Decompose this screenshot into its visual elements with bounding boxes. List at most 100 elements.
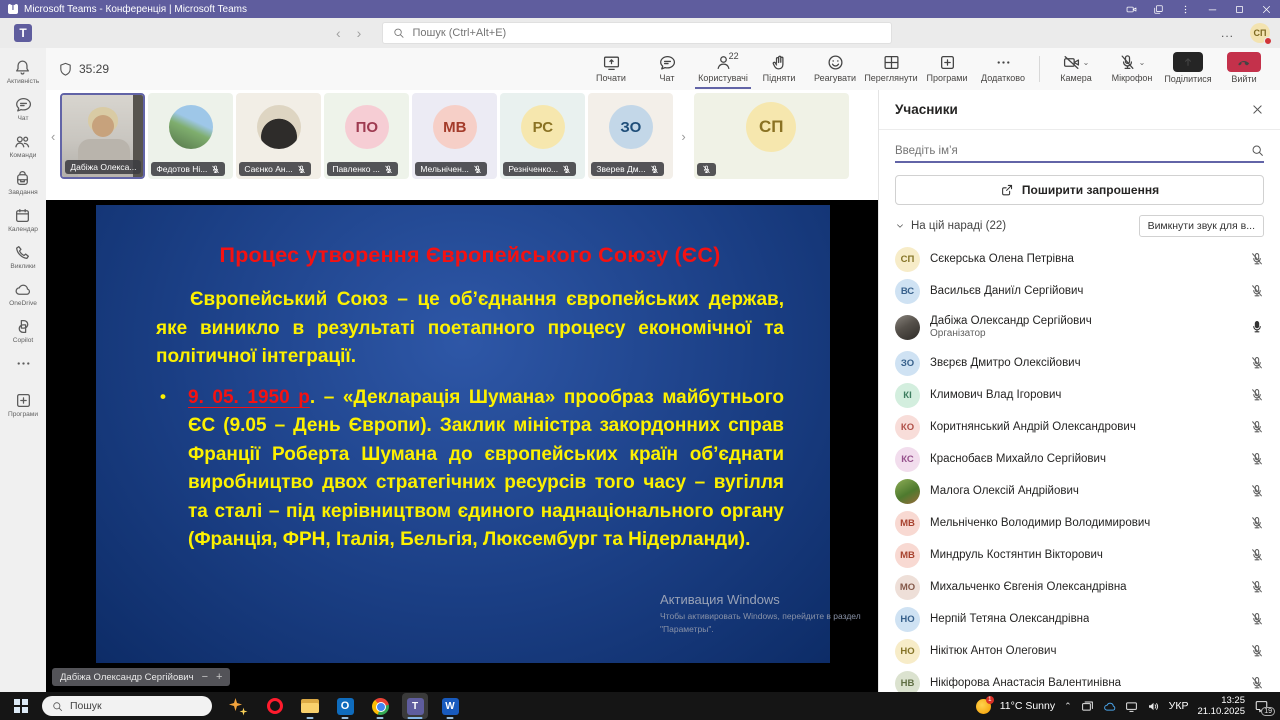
sidebar-item-calendar[interactable]: Календар bbox=[8, 207, 38, 233]
participant-row[interactable]: КОКоритнянський Андрій Олександрович bbox=[879, 411, 1280, 443]
chevron-down-icon[interactable]: ⌄ bbox=[1139, 58, 1146, 67]
apps-button[interactable]: Програми bbox=[919, 49, 975, 89]
search-input[interactable] bbox=[413, 27, 881, 39]
taskbar-search[interactable]: Пошук bbox=[42, 696, 212, 716]
video-tile-speaker[interactable]: Дабіжа Олекса... bbox=[60, 93, 145, 179]
taskbar-app-outlook[interactable]: O bbox=[332, 693, 358, 719]
taskbar-app-chrome[interactable] bbox=[367, 693, 393, 719]
taskbar-app-teams[interactable]: T bbox=[402, 693, 428, 719]
language-indicator[interactable]: УКР bbox=[1169, 700, 1189, 712]
react-button[interactable]: Реагувати bbox=[807, 49, 863, 89]
share-button[interactable]: Поділитися bbox=[1160, 49, 1216, 89]
share-invite-button[interactable]: Поширити запрошення bbox=[895, 175, 1264, 205]
profile-avatar[interactable]: СП bbox=[1250, 23, 1270, 43]
mic-muted-icon[interactable] bbox=[1250, 252, 1264, 266]
sidebar-item-onedrive[interactable]: OneDrive bbox=[9, 281, 37, 307]
leave-button[interactable]: Вийти bbox=[1216, 49, 1272, 89]
app-search-box[interactable] bbox=[382, 22, 892, 44]
video-tile[interactable]: МВ Мельнічен... bbox=[412, 93, 497, 179]
mic-muted-icon[interactable] bbox=[1250, 676, 1264, 690]
mic-muted-icon[interactable] bbox=[1250, 580, 1264, 594]
mic-muted-icon[interactable] bbox=[1250, 516, 1264, 530]
minimize-button[interactable] bbox=[1207, 4, 1218, 15]
speaker-icon[interactable] bbox=[1147, 700, 1160, 713]
video-tile[interactable]: Саєнко Ан... bbox=[236, 93, 321, 179]
taskbar-clock[interactable]: 13:25 21.10.2025 bbox=[1197, 695, 1245, 718]
zoom-in-button[interactable]: + bbox=[216, 671, 222, 683]
participant-search-input[interactable] bbox=[895, 145, 1245, 157]
mic-muted-icon[interactable] bbox=[1250, 420, 1264, 434]
participant-row[interactable]: Малога Олексій Андрійович bbox=[879, 475, 1280, 507]
tray-expand-icon[interactable]: ⌃ bbox=[1064, 701, 1072, 712]
weather-icon[interactable]: 1 bbox=[976, 699, 991, 714]
participant-row[interactable]: ВСВасильєв Даниїл Сергійович bbox=[879, 275, 1280, 307]
sidebar-item-more[interactable] bbox=[15, 355, 32, 372]
more-options-button[interactable]: Додатково bbox=[975, 49, 1031, 89]
view-button[interactable]: Переглянути bbox=[863, 49, 919, 89]
mic-on-icon[interactable] bbox=[1250, 320, 1264, 334]
notification-center-icon[interactable]: 19 bbox=[1254, 699, 1270, 713]
maximize-button[interactable] bbox=[1234, 4, 1245, 15]
mic-muted-icon[interactable] bbox=[1250, 612, 1264, 626]
taskbar-app-explorer[interactable] bbox=[297, 693, 323, 719]
popout-icon[interactable] bbox=[1153, 4, 1164, 15]
self-video-tile[interactable]: СП bbox=[694, 93, 849, 179]
chevron-down-icon[interactable]: ⌄ bbox=[1083, 58, 1090, 67]
mic-muted-icon[interactable] bbox=[1250, 484, 1264, 498]
taskbar-app-opera[interactable] bbox=[262, 693, 288, 719]
participant-row[interactable]: СПСєкерська Олена Петрівна bbox=[879, 243, 1280, 275]
start-button[interactable] bbox=[8, 694, 34, 718]
start-presenting-button[interactable]: Почати bbox=[583, 49, 639, 89]
participants-button[interactable]: 22Користувачі bbox=[695, 49, 751, 89]
participant-row[interactable]: НОНікітюк Антон Олегович bbox=[879, 635, 1280, 667]
filmstrip-next-icon[interactable]: › bbox=[676, 129, 690, 144]
participant-row[interactable]: КСКраснобаєв Михайло Сергійович bbox=[879, 443, 1280, 475]
sidebar-item-assignments[interactable]: Завдання bbox=[8, 170, 37, 196]
chevron-down-icon[interactable] bbox=[895, 221, 905, 231]
mute-all-button[interactable]: Вимкнути звук для в... bbox=[1139, 215, 1264, 237]
video-tile[interactable]: Федотов Ні... bbox=[148, 93, 233, 179]
participant-row[interactable]: ЗОЗвєрєв Дмитро Олексійович bbox=[879, 347, 1280, 379]
participant-row[interactable]: МОМихальченко Євгенія Олександрівна bbox=[879, 571, 1280, 603]
participant-search-box[interactable] bbox=[895, 144, 1264, 163]
header-more-icon[interactable]: ... bbox=[1221, 26, 1234, 40]
nav-back-icon[interactable]: ‹ bbox=[336, 25, 341, 41]
participant-row[interactable]: КІКлимович Влад Ігорович bbox=[879, 379, 1280, 411]
zoom-out-button[interactable]: − bbox=[202, 671, 208, 683]
mic-muted-icon[interactable] bbox=[1250, 644, 1264, 658]
close-button[interactable] bbox=[1261, 4, 1272, 15]
virtual-desktop-icon[interactable] bbox=[1081, 700, 1094, 713]
video-tile[interactable]: ПО Павленко ... bbox=[324, 93, 409, 179]
sidebar-item-teams[interactable]: Команди bbox=[10, 133, 37, 159]
network-icon[interactable] bbox=[1125, 700, 1138, 713]
taskbar-app-word[interactable]: W bbox=[437, 693, 463, 719]
mic-muted-icon[interactable] bbox=[1250, 548, 1264, 562]
participant-row[interactable]: МВМельніченко Володимир Володимирович bbox=[879, 507, 1280, 539]
video-tile[interactable]: РС Резніченко... bbox=[500, 93, 585, 179]
mic-button[interactable]: ⌄Мікрофон bbox=[1104, 49, 1160, 89]
camera-button[interactable]: ⌄Камера bbox=[1048, 49, 1104, 89]
sidebar-item-calls[interactable]: Виклики bbox=[10, 244, 35, 270]
participant-row[interactable]: МВМиндруль Костянтин Вікторович bbox=[879, 539, 1280, 571]
copilot-spark-icon[interactable] bbox=[226, 695, 248, 717]
sidebar-item-apps[interactable]: Програми bbox=[8, 392, 38, 418]
participant-row[interactable]: НОНерпій Тетяна Олександрівна bbox=[879, 603, 1280, 635]
meeting-view-icon[interactable] bbox=[1126, 4, 1137, 15]
mic-muted-icon[interactable] bbox=[1250, 452, 1264, 466]
chat-button[interactable]: Чат bbox=[639, 49, 695, 89]
weather-text[interactable]: 11°C Sunny bbox=[1000, 700, 1055, 712]
nav-forward-icon[interactable]: › bbox=[357, 25, 362, 41]
participant-row[interactable]: НВНікіфорова Анастасія Валентинівна bbox=[879, 667, 1280, 692]
sidebar-item-copilot[interactable]: Copilot bbox=[13, 318, 34, 344]
kebab-menu-icon[interactable] bbox=[1180, 4, 1191, 15]
mic-muted-icon[interactable] bbox=[1250, 356, 1264, 370]
sidebar-item-chat[interactable]: Чат bbox=[15, 96, 32, 122]
filmstrip-prev-icon[interactable]: ‹ bbox=[46, 129, 60, 144]
mic-muted-icon[interactable] bbox=[1250, 284, 1264, 298]
onedrive-icon[interactable] bbox=[1103, 700, 1116, 713]
participant-row[interactable]: Дабіжа Олександр СергійовичОрганізатор bbox=[879, 307, 1280, 347]
close-panel-icon[interactable] bbox=[1251, 103, 1264, 116]
raise-hand-button[interactable]: Підняти bbox=[751, 49, 807, 89]
video-tile[interactable]: ЗО Зверев Дм... bbox=[588, 93, 673, 179]
mic-muted-icon[interactable] bbox=[1250, 388, 1264, 402]
